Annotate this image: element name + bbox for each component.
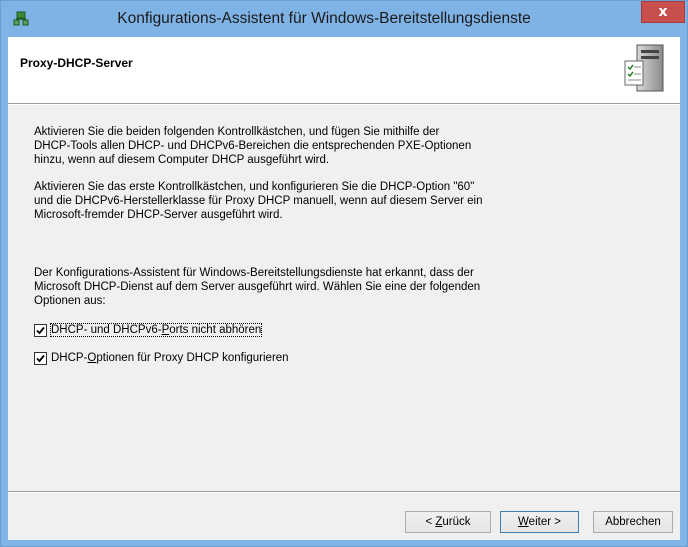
instruction-paragraph-1: Aktivieren Sie die beiden folgenden Kont…: [34, 125, 634, 167]
text-line: Microsoft DHCP-Dienst auf dem Server aus…: [34, 281, 481, 293]
network-setup-icon: [13, 11, 29, 26]
label-text: DHCP-: [51, 352, 88, 364]
text-line: hinzu, wenn auf diesem Computer DHCP aus…: [34, 154, 330, 166]
check-mark-icon: [36, 354, 45, 362]
text-line: DHCP-Tools allen DHCP- und DHCPv6-Bereic…: [34, 140, 472, 152]
checkbox-box[interactable]: [34, 351, 47, 365]
window-title: Konfigurations-Assistent für Windows-Ber…: [117, 10, 531, 27]
label-text: orts nicht abhören: [169, 324, 262, 336]
wizard-window: Konfigurations-Assistent für Windows-Ber…: [0, 0, 688, 547]
checkbox-label[interactable]: DHCP- und DHCPv6-Ports nicht abhören: [49, 323, 263, 337]
title-bar[interactable]: Konfigurations-Assistent für Windows-Ber…: [1, 1, 687, 37]
server-checklist-icon: [624, 44, 664, 92]
checkbox-box[interactable]: [34, 323, 47, 337]
label-text: ptionen für Proxy DHCP konfigurieren: [96, 352, 289, 364]
instruction-paragraph-2: Aktivieren Sie das erste Kontrollkästche…: [34, 180, 634, 222]
text-line: Aktivieren Sie die beiden folgenden Kont…: [34, 126, 440, 138]
check-mark-icon: [36, 326, 45, 334]
button-text: urück: [442, 516, 471, 528]
page-title: Proxy-DHCP-Server: [20, 56, 133, 70]
header-divider: [8, 104, 680, 105]
text-line: und die DHCPv6-Herstellerklasse für Prox…: [34, 195, 483, 207]
wizard-header: Proxy-DHCP-Server: [8, 37, 680, 104]
next-button[interactable]: Weiter >: [500, 511, 579, 533]
text-line: Microsoft-fremder DHCP-Server ausgeführt…: [34, 209, 283, 221]
text-line: Optionen aus:: [34, 295, 106, 307]
text-line: Aktivieren Sie das erste Kontrollkästche…: [34, 181, 475, 193]
text-line: Der Konfigurations-Assistent für Windows…: [34, 267, 474, 279]
detection-paragraph: Der Konfigurations-Assistent für Windows…: [34, 266, 634, 308]
back-button[interactable]: < Zurück: [405, 511, 491, 533]
checkbox-do-not-listen-ports[interactable]: DHCP- und DHCPv6-Ports nicht abhören: [34, 322, 263, 338]
checkbox-label[interactable]: DHCP-Optionen für Proxy DHCP konfigurier…: [51, 352, 289, 364]
label-text: DHCP- und DHCPv6-: [51, 324, 162, 336]
close-button[interactable]: x: [641, 1, 685, 23]
accelerator-key: W: [518, 516, 529, 528]
cancel-button[interactable]: Abbrechen: [593, 511, 673, 533]
button-text: <: [425, 516, 436, 528]
wizard-client-area: Proxy-DHCP-Server Aktivieren Sie die bei…: [8, 37, 680, 540]
button-text: eiter >: [528, 516, 561, 528]
footer-divider-highlight: [8, 492, 680, 493]
checkbox-configure-proxy-dhcp[interactable]: DHCP-Optionen für Proxy DHCP konfigurier…: [34, 350, 289, 366]
